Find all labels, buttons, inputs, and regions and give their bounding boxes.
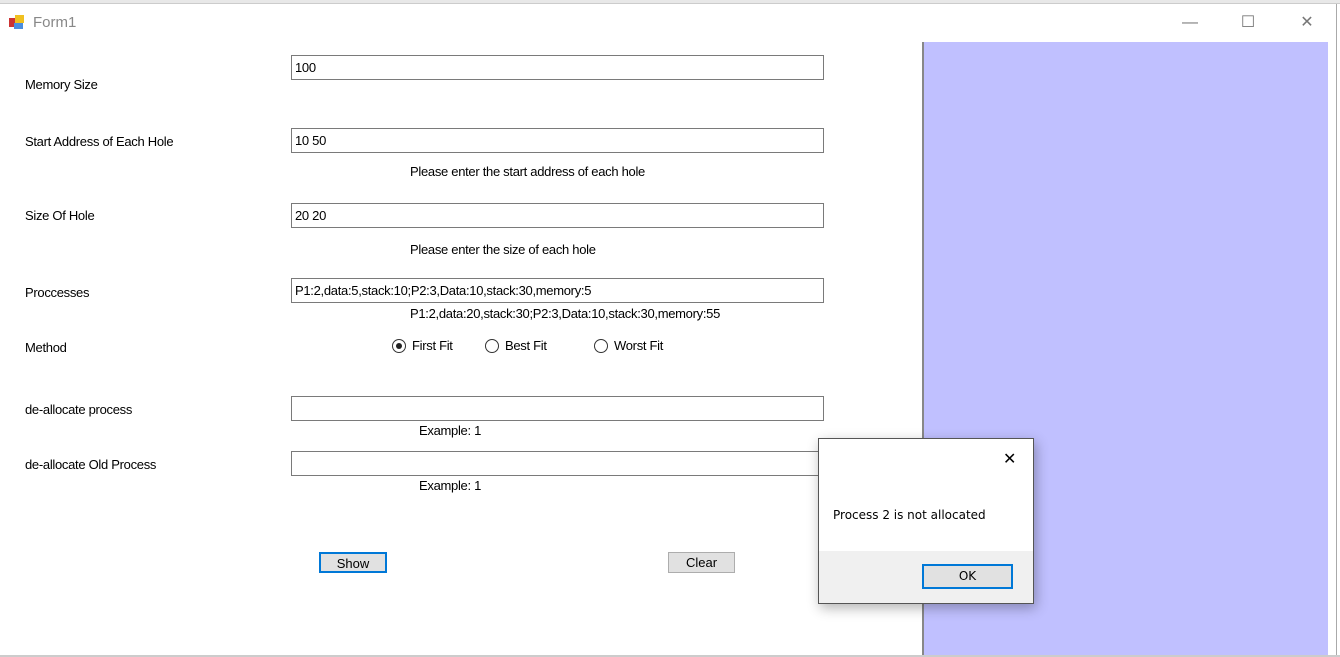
radio-circle[interactable]	[594, 338, 608, 353]
radio-label: Best Fit	[505, 338, 547, 353]
processes-label: Proccesses	[25, 285, 90, 300]
memory-size-label: Memory Size	[25, 77, 98, 92]
dialog-message: Process 2 is not allocated	[833, 508, 986, 522]
radio-best-fit[interactable]: Best Fit	[485, 338, 547, 353]
processes-input[interactable]	[291, 278, 824, 303]
close-button[interactable]: ✕	[1284, 8, 1330, 38]
radio-circle[interactable]	[392, 338, 406, 353]
radio-first-fit[interactable]: First Fit	[392, 338, 453, 353]
start-address-input[interactable]	[291, 128, 824, 153]
message-box: ✕ Process 2 is not allocated OK	[818, 438, 1034, 604]
deallocate-old-label: de-allocate Old Process	[25, 457, 157, 472]
deallocate-old-input[interactable]	[291, 451, 824, 476]
deallocate-old-hint: Example: 1	[419, 478, 482, 493]
window-title: Form1	[33, 14, 77, 31]
method-label: Method	[25, 340, 67, 355]
radio-label: First Fit	[412, 338, 453, 353]
start-address-hint: Please enter the start address of each h…	[410, 164, 645, 179]
deallocate-input[interactable]	[291, 396, 824, 421]
deallocate-hint: Example: 1	[419, 423, 482, 438]
title-bar	[0, 4, 1336, 42]
dialog-footer: OK	[819, 551, 1033, 603]
show-button[interactable]: Show	[319, 552, 387, 573]
hole-size-label: Size Of Hole	[25, 208, 95, 223]
dialog-close-icon[interactable]: ✕	[1003, 449, 1016, 469]
hole-size-hint: Please enter the size of each hole	[410, 242, 596, 257]
memory-size-input[interactable]	[291, 55, 824, 80]
window-border	[1336, 4, 1337, 657]
processes-hint: P1:2,data:20,stack:30;P2:3,Data:10,stack…	[410, 306, 721, 321]
deallocate-label: de-allocate process	[25, 402, 133, 417]
clear-button[interactable]: Clear	[668, 552, 735, 573]
radio-circle[interactable]	[485, 338, 499, 353]
radio-worst-fit[interactable]: Worst Fit	[594, 338, 663, 353]
start-address-label: Start Address of Each Hole	[25, 134, 174, 149]
form-app-icon	[9, 15, 24, 29]
minimize-button[interactable]: —	[1167, 8, 1213, 38]
radio-label: Worst Fit	[614, 338, 664, 353]
hole-size-input[interactable]	[291, 203, 824, 228]
maximize-button[interactable]: ☐	[1225, 8, 1271, 38]
ok-button[interactable]: OK	[922, 564, 1013, 589]
